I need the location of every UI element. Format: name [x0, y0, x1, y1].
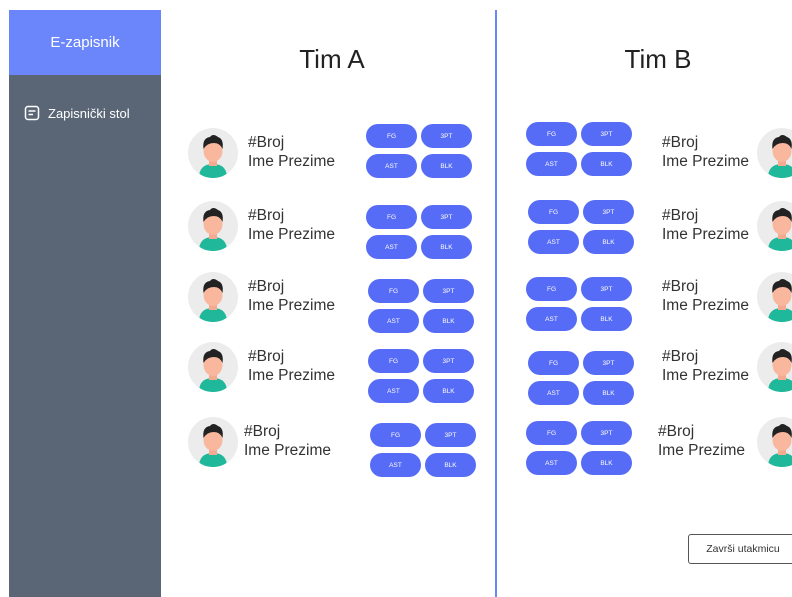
player-name: Ime Prezime [662, 226, 749, 243]
player-avatar-icon [768, 135, 792, 178]
blk-button[interactable]: BLK [581, 307, 632, 331]
3pt-button[interactable]: 3PT [421, 205, 472, 229]
player-name: Ime Prezime [244, 442, 331, 459]
player-number: #Broj [248, 134, 285, 151]
player-avatar-icon [768, 349, 792, 392]
document-icon [24, 105, 40, 121]
player-number: #Broj [662, 207, 699, 224]
3pt-button[interactable]: 3PT [581, 122, 632, 146]
3pt-button[interactable]: 3PT [583, 200, 634, 224]
avatar [757, 128, 792, 178]
avatar [757, 272, 792, 322]
player-name: Ime Prezime [248, 367, 335, 384]
fg-button[interactable]: FG [526, 277, 577, 301]
player-avatar-icon [199, 208, 227, 251]
blk-button[interactable]: BLK [423, 379, 474, 403]
team-a-title: Tim A [299, 44, 365, 74]
blk-button[interactable]: BLK [421, 235, 472, 259]
player-avatar-icon [199, 424, 227, 467]
blk-button[interactable]: BLK [581, 451, 632, 475]
ast-button[interactable]: AST [366, 235, 417, 259]
team-b-title: Tim B [624, 44, 692, 74]
blk-button[interactable]: BLK [581, 152, 632, 176]
fg-button[interactable]: FG [526, 421, 577, 445]
player-number: #Broj [662, 278, 699, 295]
team-divider [495, 10, 497, 597]
player-avatar-icon [768, 279, 792, 322]
player-name: Ime Prezime [248, 226, 335, 243]
sidebar: E-zapisnik Zapisnički stol [9, 10, 161, 597]
player-name: Ime Prezime [248, 297, 335, 314]
player-number: #Broj [244, 423, 281, 440]
ast-button[interactable]: AST [526, 307, 577, 331]
player-avatar-icon [768, 208, 792, 251]
blk-button[interactable]: BLK [421, 154, 472, 178]
ast-button[interactable]: AST [528, 230, 579, 254]
3pt-button[interactable]: 3PT [423, 349, 474, 373]
ast-button[interactable]: AST [370, 453, 421, 477]
fg-button[interactable]: FG [528, 200, 579, 224]
player-name: Ime Prezime [658, 442, 745, 459]
3pt-button[interactable]: 3PT [425, 423, 476, 447]
avatar [188, 201, 238, 251]
player-name: Ime Prezime [248, 153, 335, 170]
app-title: E-zapisnik [9, 10, 161, 75]
blk-button[interactable]: BLK [583, 230, 634, 254]
player-avatar-icon [768, 424, 792, 467]
fg-button[interactable]: FG [366, 124, 417, 148]
avatar [188, 342, 238, 392]
3pt-button[interactable]: 3PT [423, 279, 474, 303]
player-name: Ime Prezime [662, 297, 749, 314]
ast-button[interactable]: AST [526, 451, 577, 475]
3pt-button[interactable]: 3PT [581, 277, 632, 301]
player-number: #Broj [662, 134, 699, 151]
player-avatar-icon [199, 349, 227, 392]
ast-button[interactable]: AST [368, 379, 419, 403]
blk-button[interactable]: BLK [425, 453, 476, 477]
avatar [188, 128, 238, 178]
sidebar-item-zapisnicki-stol[interactable]: Zapisnički stol [24, 105, 130, 121]
3pt-button[interactable]: 3PT [581, 421, 632, 445]
sidebar-item-label: Zapisnički stol [48, 105, 130, 121]
fg-button[interactable]: FG [528, 351, 579, 375]
fg-button[interactable]: FG [368, 279, 419, 303]
player-avatar-icon [199, 135, 227, 178]
ast-button[interactable]: AST [368, 309, 419, 333]
ast-button[interactable]: AST [526, 152, 577, 176]
ast-button[interactable]: AST [528, 381, 579, 405]
avatar [757, 417, 792, 467]
avatar [188, 272, 238, 322]
blk-button[interactable]: BLK [583, 381, 634, 405]
fg-button[interactable]: FG [366, 205, 417, 229]
player-name: Ime Prezime [662, 153, 749, 170]
avatar [188, 417, 238, 467]
ast-button[interactable]: AST [366, 154, 417, 178]
player-number: #Broj [248, 278, 285, 295]
player-number: #Broj [658, 423, 695, 440]
player-number: #Broj [248, 348, 285, 365]
avatar [757, 342, 792, 392]
finish-game-button[interactable]: Završi utakmicu [688, 534, 792, 564]
3pt-button[interactable]: 3PT [421, 124, 472, 148]
player-number: #Broj [248, 207, 285, 224]
fg-button[interactable]: FG [368, 349, 419, 373]
3pt-button[interactable]: 3PT [583, 351, 634, 375]
player-number: #Broj [662, 348, 699, 365]
fg-button[interactable]: FG [526, 122, 577, 146]
player-avatar-icon [199, 279, 227, 322]
avatar [757, 201, 792, 251]
player-name: Ime Prezime [662, 367, 749, 384]
fg-button[interactable]: FG [370, 423, 421, 447]
blk-button[interactable]: BLK [423, 309, 474, 333]
